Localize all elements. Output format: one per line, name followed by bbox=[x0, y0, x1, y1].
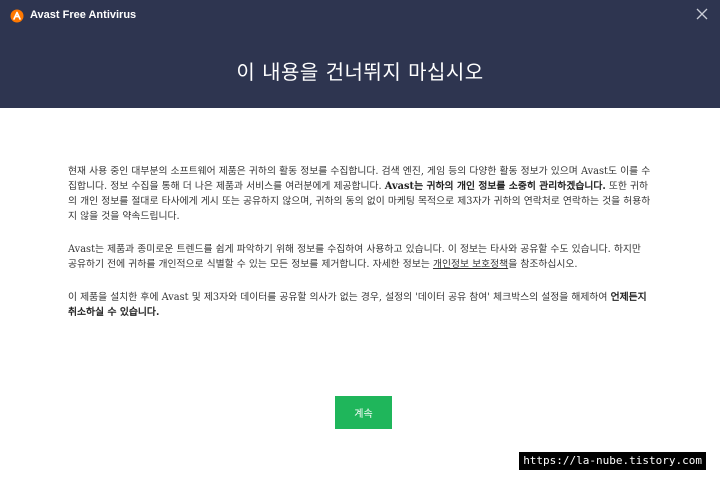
page-headline: 이 내용을 건너뛰지 마십시오 bbox=[236, 60, 484, 84]
paragraph-opt-out: 이 제품을 설치한 후에 Avast 및 제3자와 데이터를 공유할 의사가 없… bbox=[68, 290, 652, 320]
close-button[interactable] bbox=[692, 4, 712, 24]
avast-logo-icon bbox=[10, 8, 24, 23]
header-banner: Avast Free Antivirus 이 내용을 건너뛰지 마십시오 bbox=[0, 0, 720, 108]
paragraph-data-collection: 현재 사용 중인 대부분의 소프트웨어 제품은 귀하의 활동 정보를 수집합니다… bbox=[68, 164, 652, 224]
notice-content: 현재 사용 중인 대부분의 소프트웨어 제품은 귀하의 활동 정보를 수집합니다… bbox=[68, 164, 652, 338]
close-icon bbox=[696, 5, 708, 24]
privacy-policy-link[interactable]: 개인정보 보호정책 bbox=[433, 259, 508, 270]
paragraph-text: 이 제품을 설치한 후에 Avast 및 제3자와 데이터를 공유할 의사가 없… bbox=[68, 292, 611, 303]
paragraph-data-sharing: Avast는 제품과 종미로운 트렌드를 쉽게 파악하기 위해 정보를 수집하여… bbox=[68, 242, 652, 272]
title-bar: Avast Free Antivirus bbox=[0, 0, 720, 30]
watermark-url: https://la-nube.tistory.com bbox=[519, 452, 706, 470]
paragraph-bold-text: Avast는 귀하의 개인 정보를 소중히 관리하겠습니다. bbox=[384, 181, 606, 192]
app-title: Avast Free Antivirus bbox=[30, 9, 137, 21]
paragraph-text: 을 참조하십시오. bbox=[508, 259, 578, 270]
continue-button[interactable]: 계속 bbox=[335, 396, 392, 429]
